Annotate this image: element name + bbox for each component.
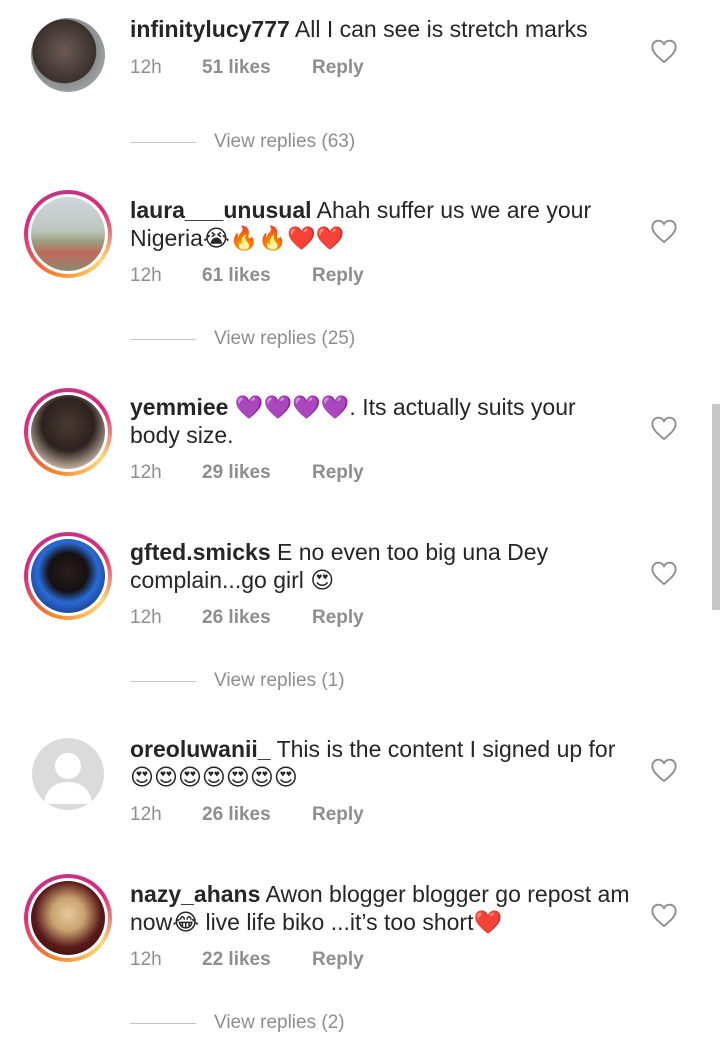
- view-replies-label: View replies (25): [214, 328, 356, 349]
- avatar[interactable]: [31, 18, 105, 92]
- comment-username[interactable]: gfted.smicks: [130, 539, 271, 565]
- heart-outline-icon[interactable]: [650, 902, 678, 928]
- view-replies-label: View replies (2): [214, 1012, 345, 1033]
- avatar[interactable]: [24, 532, 112, 620]
- comment-time: 12h: [130, 265, 162, 286]
- scrollbar[interactable]: [712, 404, 720, 610]
- divider: [130, 338, 196, 340]
- reply-button[interactable]: Reply: [312, 462, 364, 484]
- comment-body: All I can see is stretch marks: [294, 16, 588, 42]
- comment-username[interactable]: oreoluwanii_: [130, 736, 271, 762]
- default-avatar-icon: [32, 738, 104, 810]
- comment-likes[interactable]: 26 likes: [202, 804, 312, 826]
- comment-meta: 12h 29 likes Reply: [130, 462, 364, 484]
- comment-text: laura___unusual Ahah suffer us we are yo…: [130, 196, 630, 252]
- heart-outline-icon[interactable]: [650, 218, 678, 244]
- view-replies-button[interactable]: View replies (63): [130, 131, 355, 153]
- avatar[interactable]: [24, 388, 112, 476]
- heart-outline-icon[interactable]: [650, 757, 678, 783]
- reply-button[interactable]: Reply: [312, 607, 364, 629]
- avatar[interactable]: [24, 190, 112, 278]
- comment-time: 12h: [130, 607, 162, 628]
- reply-button[interactable]: Reply: [312, 949, 364, 971]
- divider: [130, 680, 196, 682]
- reply-button[interactable]: Reply: [312, 265, 364, 287]
- comment-time: 12h: [130, 57, 162, 78]
- comment-text: oreoluwanii_ This is the content I signe…: [130, 735, 630, 791]
- comment-meta: 12h 61 likes Reply: [130, 265, 364, 287]
- view-replies-button[interactable]: View replies (1): [130, 670, 345, 692]
- reply-button[interactable]: Reply: [312, 804, 364, 826]
- divider: [130, 141, 196, 143]
- heart-outline-icon[interactable]: [650, 38, 678, 64]
- comment-meta: 12h 51 likes Reply: [130, 57, 364, 79]
- comment-time: 12h: [130, 804, 162, 825]
- comment-text: nazy_ahans Awon blogger blogger go repos…: [130, 880, 630, 936]
- comment-time: 12h: [130, 949, 162, 970]
- comment-time: 12h: [130, 462, 162, 483]
- comment-text: yemmiee 💜💜💜💜. Its actually suits your bo…: [130, 393, 630, 449]
- comment-username[interactable]: infinitylucy777: [130, 16, 290, 42]
- view-replies-label: View replies (1): [214, 670, 345, 691]
- comment-username[interactable]: laura___unusual: [130, 197, 312, 223]
- comment-meta: 12h 26 likes Reply: [130, 607, 364, 629]
- view-replies-label: View replies (63): [214, 131, 356, 152]
- heart-outline-icon[interactable]: [650, 560, 678, 586]
- comment-likes[interactable]: 29 likes: [202, 462, 312, 484]
- comment-meta: 12h 22 likes Reply: [130, 949, 364, 971]
- comment-likes[interactable]: 51 likes: [202, 57, 312, 79]
- comment-meta: 12h 26 likes Reply: [130, 804, 364, 826]
- divider: [130, 1022, 196, 1024]
- comment-text: infinitylucy777 All I can see is stretch…: [130, 15, 630, 43]
- avatar[interactable]: [32, 738, 104, 810]
- view-replies-button[interactable]: View replies (2): [130, 1012, 345, 1034]
- comment-likes[interactable]: 22 likes: [202, 949, 312, 971]
- comment-text: gfted.smicks E no even too big una Dey c…: [130, 538, 630, 594]
- reply-button[interactable]: Reply: [312, 57, 364, 79]
- comment-username[interactable]: yemmiee: [130, 394, 228, 420]
- avatar[interactable]: [24, 874, 112, 962]
- comment-likes[interactable]: 61 likes: [202, 265, 312, 287]
- comment-username[interactable]: nazy_ahans: [130, 881, 260, 907]
- heart-outline-icon[interactable]: [650, 415, 678, 441]
- comment-likes[interactable]: 26 likes: [202, 607, 312, 629]
- view-replies-button[interactable]: View replies (25): [130, 328, 355, 350]
